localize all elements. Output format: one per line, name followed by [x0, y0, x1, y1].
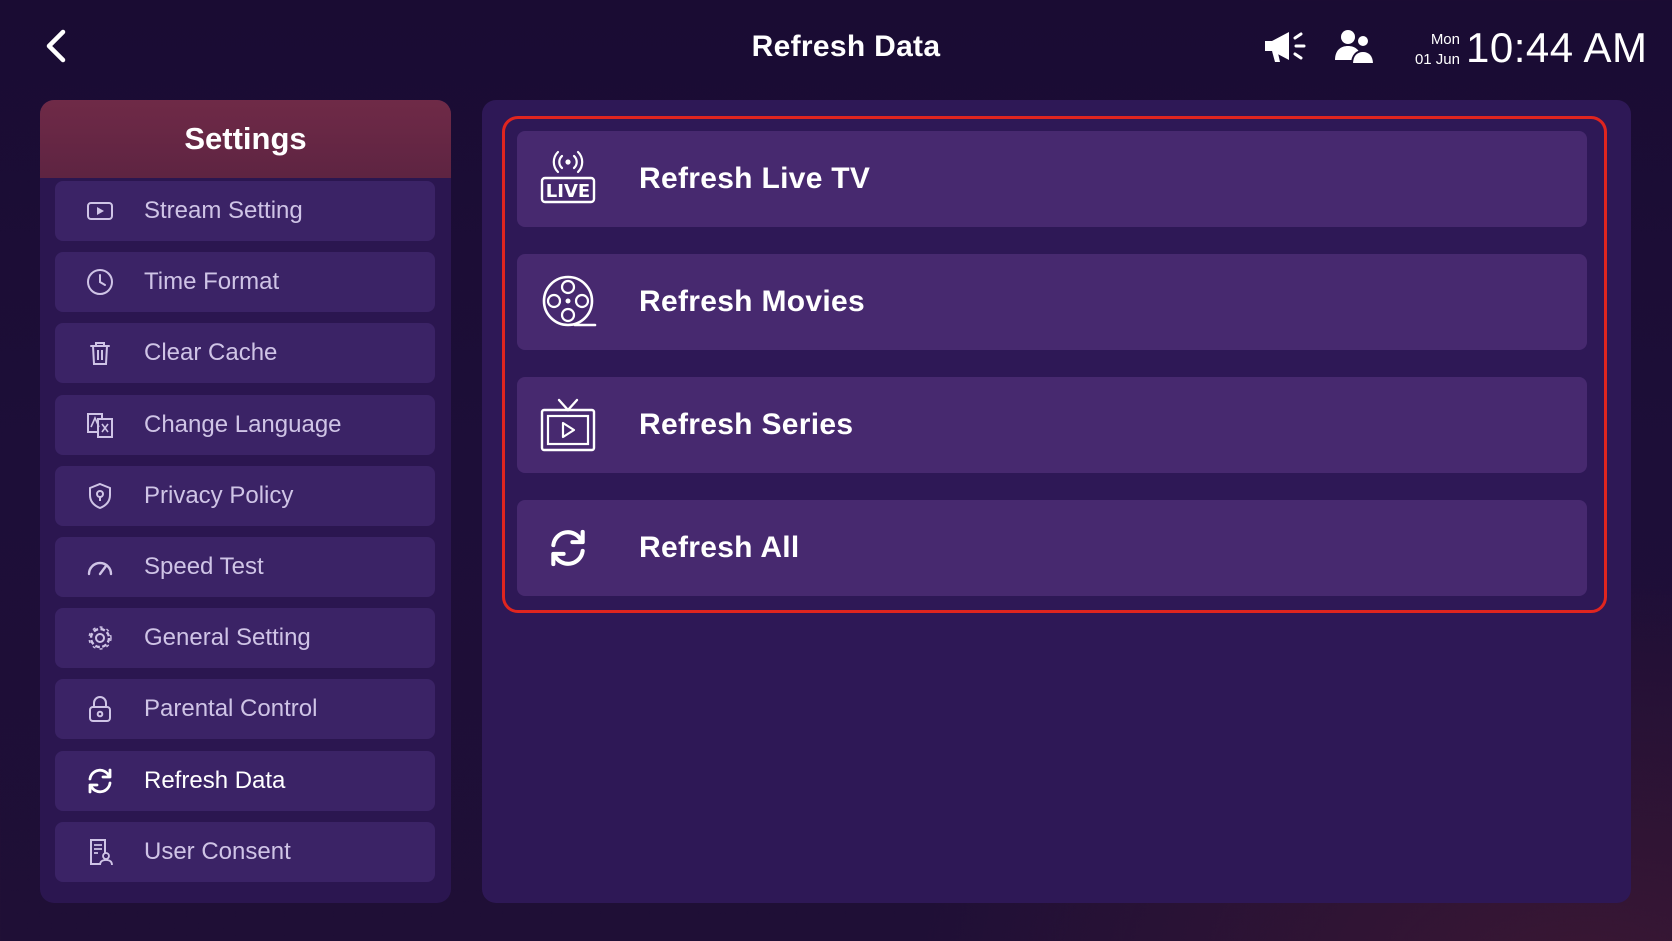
document-user-icon [84, 836, 116, 868]
refresh-movies-label: Refresh Movies [639, 285, 865, 318]
chevron-left-icon [43, 28, 69, 69]
clock-time: 10:44 AM [1466, 24, 1648, 71]
sidebar-item-label: Privacy Policy [144, 481, 294, 509]
refresh-series-label: Refresh Series [639, 408, 854, 441]
play-icon [84, 195, 116, 227]
svg-text:LIVE: LIVE [546, 181, 590, 202]
sidebar-item-label: User Consent [144, 837, 291, 865]
sidebar-item-parental-control[interactable]: Parental Control [55, 679, 435, 740]
refresh-live-tv-label: Refresh Live TV [639, 162, 871, 195]
date-day: Mon [1430, 31, 1460, 48]
sidebar-item-label: Parental Control [144, 695, 318, 723]
sidebar-item-refresh-data[interactable]: Refresh Data [55, 750, 435, 811]
sidebar-item-stream-setting[interactable]: Stream Setting [55, 181, 435, 241]
refresh-movies-button[interactable]: Refresh Movies [517, 254, 1587, 350]
sidebar-item-label: Stream Setting [144, 197, 303, 224]
tv-play-icon [539, 396, 597, 454]
sidebar-item-privacy-policy[interactable]: Privacy Policy [55, 465, 435, 526]
sidebar-item-label: Clear Cache [144, 339, 278, 367]
sidebar-item-user-consent[interactable]: User Consent [55, 821, 435, 882]
announcement-button[interactable] [1260, 26, 1308, 70]
megaphone-icon [1261, 26, 1307, 71]
sidebar-item-clear-cache[interactable]: Clear Cache [55, 323, 435, 384]
refresh-all-button[interactable]: Refresh All [517, 500, 1587, 596]
main-panel: LIVE Refresh Live TV Refresh Movies Refr… [482, 100, 1631, 903]
settings-sidebar: Settings Stream Setting Time Format Clea… [40, 100, 451, 903]
sidebar-item-label: Time Format [144, 268, 280, 296]
sidebar-item-speed-test[interactable]: Speed Test [55, 536, 435, 597]
live-tv-icon: LIVE [539, 150, 597, 208]
refresh-live-tv-button[interactable]: LIVE Refresh Live TV [517, 131, 1587, 227]
film-reel-icon [539, 273, 597, 331]
refresh-all-label: Refresh All [639, 531, 800, 564]
refresh-series-button[interactable]: Refresh Series [517, 377, 1587, 473]
lock-icon [84, 693, 116, 725]
sidebar-item-general-setting[interactable]: General Setting [55, 608, 435, 669]
sidebar-item-label: Change Language [144, 410, 342, 438]
sidebar-list: Stream Setting Time Format Clear Cache C… [55, 181, 435, 893]
speedometer-icon [84, 551, 116, 583]
refresh-icon [539, 519, 597, 577]
users-button[interactable] [1331, 26, 1379, 70]
sidebar-title: Settings [40, 100, 451, 178]
trash-icon [84, 337, 116, 369]
date-date: 01 Jun [1414, 51, 1460, 68]
shield-icon [84, 480, 116, 512]
sidebar-item-label: Speed Test [144, 552, 264, 580]
refresh-icon [84, 765, 116, 797]
back-button[interactable] [36, 26, 76, 70]
top-bar: Refresh Data Mon 01 Jun 10:44 AM [0, 0, 1672, 100]
sidebar-item-label: Refresh Data [144, 766, 286, 794]
sidebar-item-time-format[interactable]: Time Format [55, 252, 435, 313]
sidebar-item-change-language[interactable]: Change Language [55, 394, 435, 455]
gear-icon [84, 622, 116, 654]
users-icon [1333, 26, 1377, 71]
date-display: Mon 01 Jun [1405, 30, 1460, 70]
sidebar-item-label: General Setting [144, 624, 311, 652]
clock-icon [84, 266, 116, 298]
translate-icon [84, 409, 116, 441]
